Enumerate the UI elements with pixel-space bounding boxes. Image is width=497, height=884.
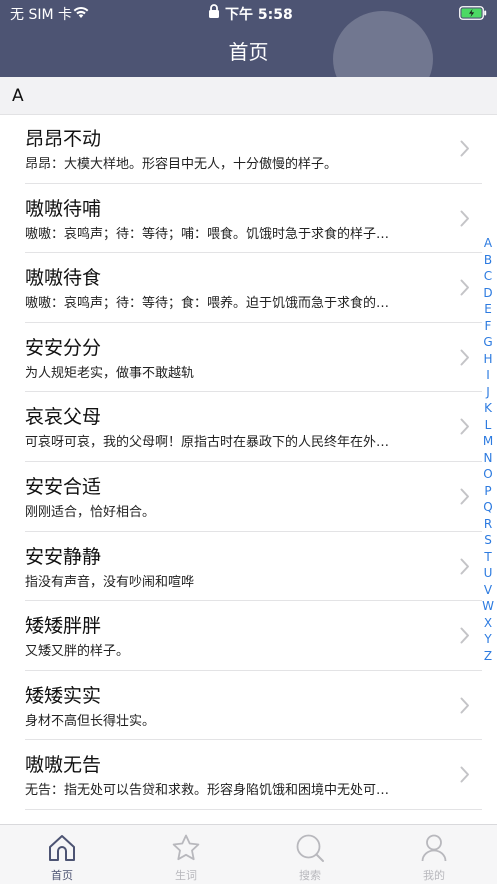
page-title: 首页 (228, 40, 269, 64)
idiom-description: 为人规矩老实，做事不敢越轨 (25, 365, 195, 381)
list-item[interactable]: 哀哀父母 可哀呀可哀，我的父母啊！原指古时在暴政下的人民终年在外… (0, 392, 497, 462)
row-divider (25, 808, 482, 810)
list-item[interactable]: 安安合适 刚刚适合，恰好相合。 (0, 462, 497, 532)
list-item[interactable]: 矮矮胖胖 又矮又胖的样子。 (0, 601, 497, 671)
index-letter[interactable]: M (480, 433, 496, 450)
index-letter[interactable]: H (480, 351, 496, 368)
home-icon (47, 833, 77, 867)
index-letter[interactable]: A (480, 235, 496, 252)
chevron-right-icon (460, 558, 470, 579)
idiom-description: 昂昂：大模大样地。形容目中无人，十分傲慢的样子。 (25, 157, 338, 172)
idiom-description: 刚刚适合，恰好相合。 (25, 505, 156, 520)
idiom-word: 嗷嗷待哺 (25, 197, 102, 220)
star-icon (171, 833, 201, 867)
list-item[interactable]: 昂昂不动 昂昂：大模大样地。形容目中无人，十分傲慢的样子。 (0, 114, 497, 184)
chevron-right-icon (460, 766, 470, 787)
index-letter[interactable]: Q (480, 499, 496, 516)
index-letter[interactable]: F (480, 318, 496, 335)
tab-home-label: 首页 (51, 869, 73, 882)
idiom-description: 嗷嗷：哀鸣声；待：等待；食：喂养。迫于饥饿而急于求食的… (25, 296, 390, 312)
index-letter[interactable]: T (480, 549, 496, 566)
lock-icon (208, 4, 220, 23)
chevron-right-icon (460, 279, 470, 300)
index-letter[interactable]: G (480, 334, 496, 351)
carrier-label: 无 SIM 卡 (10, 7, 72, 23)
status-time: 下午 5:58 (225, 7, 293, 23)
chevron-right-icon (460, 627, 470, 648)
index-letter[interactable]: U (480, 565, 496, 582)
tab-profile[interactable]: 我的 (372, 825, 496, 884)
navigation-bar: 无 SIM 卡 下午 5:58 首页 (0, 0, 497, 77)
idiom-description: 可哀呀可哀，我的父母啊！原指古时在暴政下的人民终年在外… (25, 435, 390, 451)
index-letter[interactable]: B (480, 252, 496, 269)
index-letter[interactable]: K (480, 400, 496, 417)
chevron-right-icon (460, 210, 470, 231)
index-letter[interactable]: P (480, 483, 496, 500)
index-letter[interactable]: L (480, 417, 496, 434)
list-item[interactable]: 嗷嗷无告 无告：指无处可以告贷和求救。形容身陷饥饿和困境中无处可… (0, 740, 497, 810)
list-item[interactable]: 安安静静 指没有声音，没有吵闹和喧哗 (0, 532, 497, 602)
idiom-list[interactable]: 昂昂不动 昂昂：大模大样地。形容目中无人，十分傲慢的样子。 嗷嗷待哺 嗷嗷：哀鸣… (0, 114, 497, 824)
idiom-description: 嗷嗷：哀鸣声；待：等待；哺：喂食。饥饿时急于求食的样子… (25, 226, 390, 242)
wifi-icon (72, 5, 90, 23)
tab-bar: 首页 生词 搜索 我的 (0, 824, 497, 884)
chevron-right-icon (460, 418, 470, 439)
idiom-word: 安安静静 (25, 545, 102, 568)
chevron-right-icon (460, 488, 470, 509)
idiom-description: 指没有声音，没有吵闹和喧哗 (25, 574, 195, 590)
idiom-description: 无告：指无处可以告贷和求救。形容身陷饥饿和困境中无处可… (25, 783, 390, 799)
idiom-description: 又矮又胖的样子。 (25, 644, 130, 660)
index-letter[interactable]: R (480, 516, 496, 533)
idiom-description: 身材不高但长得壮实。 (25, 713, 156, 729)
search-icon (295, 833, 325, 867)
index-letter[interactable]: E (480, 301, 496, 318)
tab-vocabulary-label: 生词 (175, 869, 197, 882)
index-letter[interactable]: C (480, 268, 496, 285)
idiom-word: 哀哀父母 (25, 406, 102, 429)
list-item[interactable]: 安安分分 为人规矩老实，做事不敢越轨 (0, 323, 497, 393)
idiom-word: 嗷嗷无告 (25, 754, 102, 777)
idiom-word: 矮矮实实 (25, 684, 102, 707)
index-letter[interactable]: W (480, 598, 496, 615)
status-bar: 无 SIM 卡 下午 5:58 (0, 0, 497, 26)
index-letter[interactable]: J (480, 384, 496, 401)
index-letter[interactable]: Z (480, 648, 496, 665)
tab-search[interactable]: 搜索 (248, 825, 372, 884)
idiom-word: 安安分分 (25, 336, 102, 359)
list-item[interactable]: 矮矮实实 身材不高但长得壮实。 (0, 671, 497, 741)
tab-profile-label: 我的 (423, 869, 445, 882)
idiom-word: 矮矮胖胖 (25, 615, 102, 638)
alphabet-index[interactable]: A B C D E F G H I J K L M N O P Q R S T … (480, 235, 496, 664)
idiom-word: 嗷嗷待食 (25, 267, 102, 290)
tab-vocabulary[interactable]: 生词 (124, 825, 248, 884)
index-letter[interactable]: O (480, 466, 496, 483)
index-letter[interactable]: N (480, 450, 496, 467)
chevron-right-icon (460, 349, 470, 370)
user-icon (419, 833, 449, 867)
battery-icon (459, 6, 487, 24)
index-letter[interactable]: X (480, 615, 496, 632)
list-item[interactable]: 嗷嗷待哺 嗷嗷：哀鸣声；待：等待；哺：喂食。饥饿时急于求食的样子… (0, 184, 497, 254)
index-letter[interactable]: V (480, 582, 496, 599)
section-letter: A (12, 86, 24, 106)
chevron-right-icon (460, 697, 470, 718)
chevron-right-icon (460, 140, 470, 161)
section-header: A (0, 77, 497, 115)
idiom-word: 昂昂不动 (25, 128, 102, 150)
index-letter[interactable]: D (480, 285, 496, 302)
index-letter[interactable]: I (480, 367, 496, 384)
index-letter[interactable]: Y (480, 631, 496, 648)
index-letter[interactable]: S (480, 532, 496, 549)
tab-search-label: 搜索 (299, 869, 321, 882)
list-item[interactable]: 嗷嗷待食 嗷嗷：哀鸣声；待：等待；食：喂养。迫于饥饿而急于求食的… (0, 253, 497, 323)
idiom-word: 安安合适 (25, 476, 102, 498)
tab-home[interactable]: 首页 (0, 825, 124, 884)
